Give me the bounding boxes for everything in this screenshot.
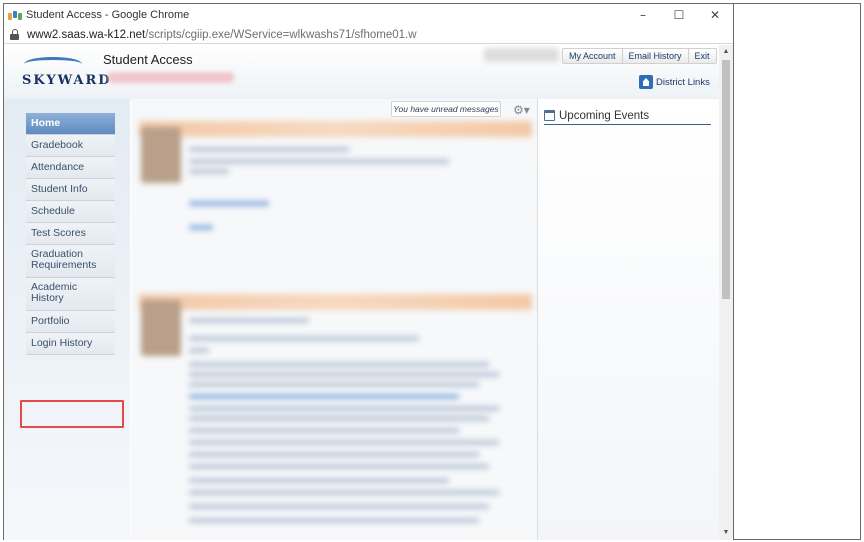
upcoming-events-title: Upcoming Events: [559, 109, 650, 122]
sender-avatar: [141, 127, 181, 183]
screenshot-frame: Student Access - Google Chrome – ☐ ✕ www…: [0, 0, 864, 542]
sidebar-nav: Home Gradebook Attendance Student Info S…: [26, 113, 115, 355]
exit-link[interactable]: Exit: [689, 49, 716, 63]
message-post[interactable]: [139, 121, 532, 251]
sidebar-item-schedule[interactable]: Schedule: [26, 201, 115, 223]
scrollbar-thumb[interactable]: [722, 60, 730, 299]
message-feed: You have unread messages ⚙▾: [131, 99, 538, 540]
window-title: Student Access - Google Chrome: [26, 9, 190, 21]
portfolio-highlight-box: [20, 400, 124, 428]
browser-window: Student Access - Google Chrome – ☐ ✕ www…: [4, 4, 733, 540]
district-links-label: District Links: [656, 76, 710, 88]
upcoming-events-panel: Upcoming Events: [538, 99, 719, 540]
sidebar-item-student-info[interactable]: Student Info: [26, 179, 115, 201]
sidebar-item-login-history[interactable]: Login History: [26, 333, 115, 355]
close-button[interactable]: ✕: [697, 4, 733, 26]
frame-divider: [733, 3, 734, 540]
url-path: /scripts/cgiip.exe/WService=wlkwashs71/s…: [145, 28, 417, 41]
scroll-up-arrow-icon[interactable]: ▲: [719, 45, 733, 59]
sidebar-item-gradebook[interactable]: Gradebook: [26, 135, 115, 157]
chrome-app-icon: [8, 10, 22, 20]
maximize-button[interactable]: ☐: [661, 4, 697, 26]
sidebar: Home Gradebook Attendance Student Info S…: [4, 99, 130, 540]
url-text[interactable]: www2.saas.wa-k12.net/scripts/cgiip.exe/W…: [27, 29, 417, 41]
scroll-down-arrow-icon[interactable]: ▼: [719, 526, 733, 540]
calendar-icon: [544, 110, 555, 121]
url-host: www2.saas.wa-k12.net: [27, 28, 146, 41]
unread-messages-notice[interactable]: You have unread messages: [391, 101, 501, 117]
page-scrollbar[interactable]: ▲ ▼: [719, 45, 733, 540]
gear-icon[interactable]: ⚙▾: [513, 103, 530, 117]
sidebar-item-attendance[interactable]: Attendance: [26, 157, 115, 179]
address-bar[interactable]: www2.saas.wa-k12.net/scripts/cgiip.exe/W…: [4, 26, 733, 44]
school-icon: [639, 75, 653, 89]
title-bar: Student Access - Google Chrome – ☐ ✕: [4, 4, 733, 26]
email-history-link[interactable]: Email History: [623, 49, 689, 63]
message-post[interactable]: [139, 294, 532, 539]
page-header: SKYWARD Student Access My Account Email …: [4, 45, 719, 99]
sidebar-item-portfolio[interactable]: Portfolio: [26, 311, 115, 333]
sidebar-item-academic-history[interactable]: Academic History: [26, 278, 115, 311]
lock-icon[interactable]: [10, 29, 19, 40]
user-info-redacted: [484, 48, 559, 62]
app-title: Student Access: [103, 52, 193, 67]
top-links: My Account Email History Exit: [562, 48, 717, 64]
sidebar-item-test-scores[interactable]: Test Scores: [26, 223, 115, 245]
skyward-logo[interactable]: SKYWARD: [20, 53, 110, 93]
upcoming-events-header: Upcoming Events: [544, 107, 711, 125]
sender-avatar: [141, 300, 181, 356]
student-name-redacted: [108, 72, 234, 83]
sidebar-item-graduation-requirements[interactable]: Graduation Requirements: [26, 245, 115, 278]
sidebar-item-home[interactable]: Home: [26, 113, 115, 135]
minimize-button[interactable]: –: [625, 4, 661, 26]
window-controls: – ☐ ✕: [625, 4, 733, 26]
page-content: SKYWARD Student Access My Account Email …: [4, 45, 733, 540]
district-links-button[interactable]: District Links: [639, 74, 710, 90]
my-account-link[interactable]: My Account: [563, 49, 623, 63]
logo-text: SKYWARD: [22, 73, 112, 88]
